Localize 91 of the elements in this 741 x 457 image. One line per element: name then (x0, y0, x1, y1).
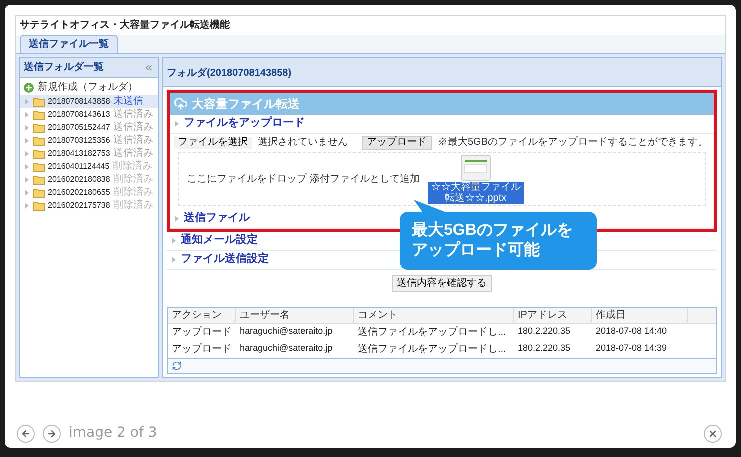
upload-button[interactable]: アップロード (362, 136, 432, 150)
collapsed-arrow-icon[interactable] (24, 112, 30, 118)
tree-item[interactable]: 20180708143613 送信済み (20, 108, 158, 121)
file-label: ☆☆大容量ファイル転送☆☆.pptx (428, 182, 524, 204)
status-label: 削除済み (113, 174, 154, 184)
table-cell-text: 送信ファイルをアップロードし... (357, 326, 508, 340)
table-cell-text: haraguchi@sateraito.jp (239, 342, 334, 355)
column-header[interactable]: アクション (168, 308, 236, 323)
table-cell-text: アップロード (171, 342, 233, 357)
new-folder-item[interactable]: 新規作成（フォルダ） (38, 80, 138, 95)
folder-name: 20180705152447 (48, 122, 110, 134)
collapsed-arrow-icon[interactable] (24, 150, 30, 156)
file-thumbnail-icon (460, 154, 491, 181)
table-cell-text: 180.2.220.35 (517, 342, 572, 355)
column-header[interactable]: IPアドレス (514, 308, 592, 323)
table-cell-text: アップロード (171, 326, 233, 340)
close-button[interactable] (704, 424, 722, 442)
folder-icon (33, 136, 45, 146)
column-header[interactable]: コメント (354, 308, 514, 323)
folder-icon (33, 148, 45, 158)
folder-name: 20160401124445 (48, 160, 110, 172)
status-label: 送信済み (113, 122, 154, 132)
table-cell-text: 180.2.220.35 (517, 325, 572, 338)
banner-title: 大容量ファイル転送 (192, 96, 300, 113)
tree-item[interactable]: 20160202180655 削除済み (20, 186, 158, 199)
panel-title: フォルダ(20180708143858) (167, 68, 292, 79)
collapsed-arrow-icon[interactable] (24, 176, 30, 182)
folder-icon (33, 200, 45, 210)
confirm-button[interactable]: 送信内容を確認する (392, 274, 492, 292)
status-label: 送信済み (113, 136, 154, 146)
drop-zone[interactable]: ここにファイルをドロップ 添付ファイルとして追加 ☆☆大容量ファイル転送☆☆.pptx (178, 152, 706, 206)
folder-icon (33, 122, 45, 132)
status-label: 削除済み (112, 162, 153, 172)
folder-icon (33, 174, 45, 184)
folder-name: 20160202180655 (48, 186, 110, 198)
folder-name: 20180708143858 (48, 96, 110, 108)
collapsed-arrow-icon[interactable] (171, 256, 177, 263)
callout-text: アップロード可能 (412, 241, 541, 261)
refresh-icon[interactable] (172, 361, 182, 371)
folder-name: 20180708143613 (48, 108, 110, 120)
right-arrow-icon (47, 428, 57, 438)
collapsed-arrow-icon[interactable] (24, 190, 30, 196)
folder-icon (33, 162, 45, 172)
cloud-upload-icon (174, 97, 188, 111)
table-cell-text: 送信ファイルをアップロードし... (357, 342, 508, 357)
status-label: 削除済み (113, 200, 154, 210)
tree-item[interactable]: 20180705152447 送信済み (20, 121, 158, 134)
next-button[interactable] (43, 424, 61, 442)
collapsed-arrow-icon[interactable] (174, 120, 180, 127)
tree-item[interactable]: 20180708143858 未送信 (20, 95, 158, 108)
add-icon[interactable] (24, 82, 34, 92)
tree-item[interactable]: 20160202175738 削除済み (20, 199, 158, 212)
status-label: 未送信 (113, 96, 144, 106)
folder-name: 20160202175738 (48, 200, 110, 212)
tab[interactable]: 送信ファイル一覧 (20, 35, 118, 53)
left-arrow-icon (21, 428, 31, 438)
collapsed-arrow-icon[interactable] (24, 124, 30, 130)
previous-button[interactable] (17, 424, 35, 442)
tree-item[interactable]: 20180703125356 送信済み (20, 134, 158, 147)
choose-file-button[interactable]: ファイルを選択 (174, 136, 252, 150)
collapsed-arrow-icon[interactable] (171, 238, 177, 244)
collapsed-arrow-icon[interactable] (174, 216, 180, 222)
drop-hint: ここにファイルをドロップ 添付ファイルとして追加 (187, 172, 420, 187)
folder-icon (33, 188, 45, 198)
tree-item[interactable]: 20160202180838 削除済み (20, 173, 158, 186)
collapsed-arrow-icon[interactable] (24, 164, 30, 170)
collapsed-arrow-icon[interactable] (24, 138, 30, 144)
folder-icon (33, 96, 45, 106)
column-header[interactable]: 作成日 (592, 308, 688, 323)
file-status: 選択されていません (258, 136, 348, 150)
collapsed-arrow-icon[interactable] (24, 202, 30, 208)
collapse-icon[interactable] (144, 62, 154, 72)
status-label: 削除済み (113, 188, 154, 198)
table-cell-text: 2018-07-08 14:40 (595, 325, 668, 338)
column-header[interactable]: ユーザー名 (236, 308, 354, 323)
collapsed-arrow-icon[interactable] (24, 98, 30, 104)
status-label: 送信済み (113, 110, 154, 120)
close-icon (708, 428, 718, 438)
tree-item[interactable]: 20180413182753 送信済み (20, 147, 158, 160)
table-cell-text: 2018-07-08 14:39 (595, 342, 668, 355)
upload-note: ※最大5GBのファイルをアップロードすることができます。 (438, 136, 708, 150)
tree-item[interactable]: 20160401124445 削除済み (20, 160, 158, 173)
status-label: 送信済み (113, 148, 154, 158)
image-caption: image 2 of 3 (69, 424, 158, 443)
panel-title: 送信フォルダ一覧 (24, 60, 104, 75)
folder-name: 20180703125356 (48, 134, 110, 146)
folder-name: 20160202180838 (48, 174, 110, 186)
section-header[interactable]: ファイルをアップロード (170, 115, 714, 134)
folder-name: 20180413182753 (48, 148, 110, 160)
table-cell-text: haraguchi@sateraito.jp (239, 325, 334, 338)
window-title: サテライトオフィス・大容量ファイル転送機能 (19, 18, 231, 33)
